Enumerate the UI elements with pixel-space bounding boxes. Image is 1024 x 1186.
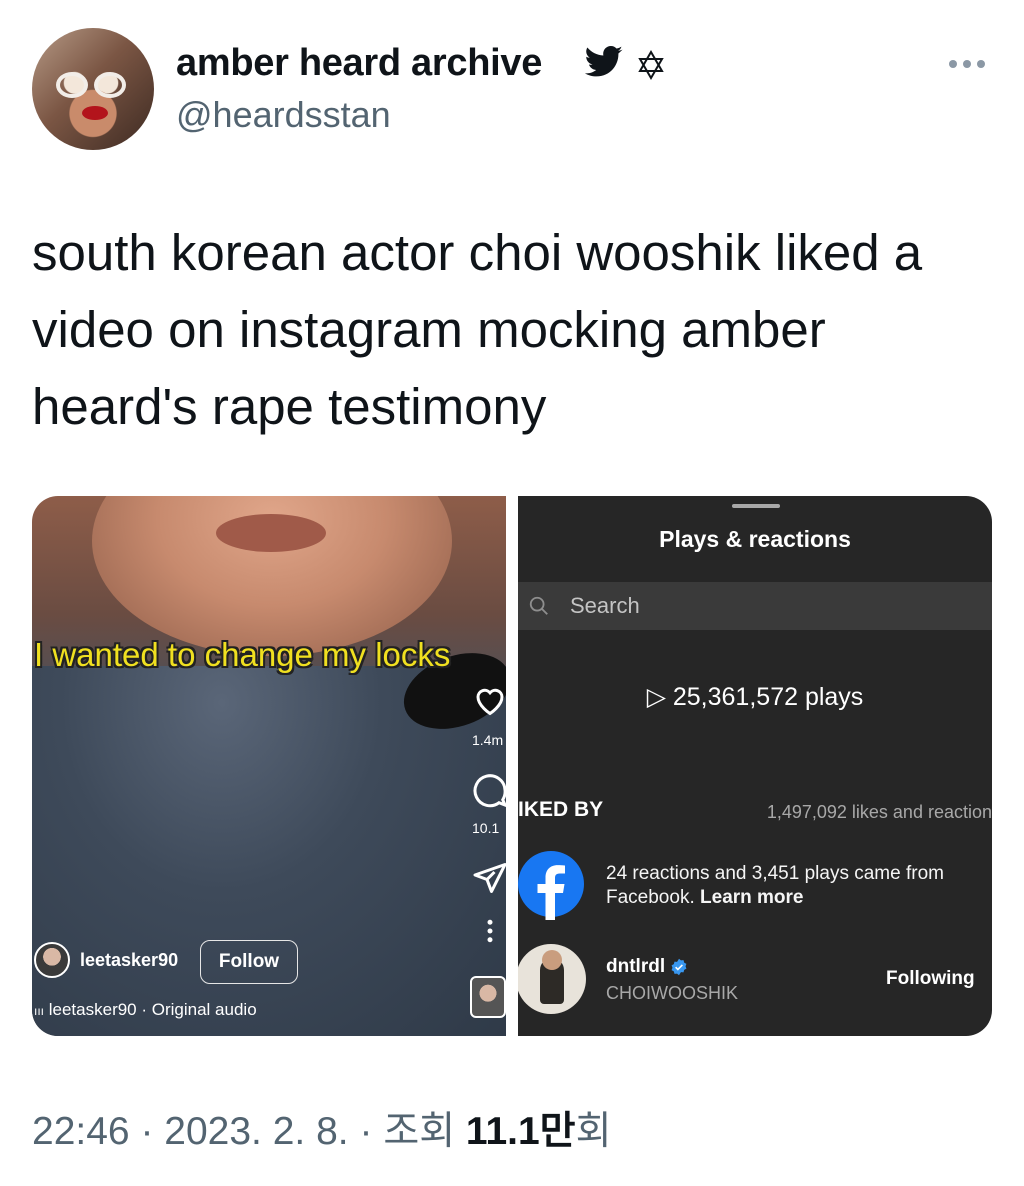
likes-reactions-count: 1,497,092 likes and reaction (766, 802, 992, 822)
reel-username[interactable]: leetasker90 (80, 950, 178, 971)
heart-icon[interactable] (472, 682, 506, 718)
facebook-note: 24 reactions and 3,451 plays came from F… (606, 862, 986, 910)
views-prefix: 조회 (383, 1110, 456, 1153)
original-audio-label[interactable]: ııı leetasker90 · Original audio (34, 1000, 257, 1020)
video-caption: I wanted to change my locks (34, 636, 451, 673)
liker-full-name: CHOIWOOSHIK (606, 983, 739, 1003)
video-mouth (216, 514, 326, 552)
liked-by-heading: IKED BY (518, 798, 604, 821)
search-input[interactable]: Search (518, 582, 992, 630)
views-count[interactable]: 11.1만 (466, 1110, 576, 1153)
learn-more-link[interactable]: Learn more (700, 887, 803, 908)
play-icon: ▷ (646, 683, 666, 711)
author-handle[interactable]: @heardsstan (176, 94, 391, 136)
share-icon[interactable] (472, 860, 506, 896)
tweet-metadata: 22:46 · 2023. 2. 8. · 조회 11.1만회 (32, 1100, 611, 1156)
avatar-head (542, 950, 562, 970)
audio-thumbnail[interactable] (470, 976, 506, 1018)
views-suffix: 회 (575, 1110, 612, 1153)
twitter-bird-icon (584, 46, 623, 77)
avatar-lips (82, 106, 108, 120)
plays-count-text: 25,361,572 plays (672, 683, 864, 711)
sheet-grab-handle[interactable] (732, 504, 780, 508)
avatar-glasses-right (94, 72, 126, 98)
follow-button[interactable]: Follow (200, 940, 298, 984)
plays-count: ▷ 25,361,572 plays (518, 682, 992, 712)
audio-bars-icon: ııı (34, 1004, 45, 1018)
avatar-glasses-left (56, 72, 88, 98)
like-count: 1.4m (472, 732, 504, 748)
facebook-icon (518, 851, 584, 920)
author-display-name[interactable]: amber heard archive (176, 42, 542, 85)
more-options-icon[interactable] (946, 56, 988, 72)
audio-label-text: leetasker90 · Original audio (48, 1000, 257, 1019)
comment-count: 10.1 (472, 820, 500, 836)
media-divider (506, 496, 518, 1036)
sheet-title: Plays & reactions (659, 526, 851, 552)
following-button[interactable]: Following (886, 968, 975, 990)
verified-badge-icon (671, 958, 687, 976)
meta-separator: · (359, 1110, 373, 1153)
author-avatar[interactable] (32, 28, 154, 150)
comment-icon[interactable] (472, 772, 506, 808)
tweet-date[interactable]: 2023. 2. 8. (164, 1110, 348, 1153)
tweet-time[interactable]: 22:46 (32, 1110, 130, 1153)
search-icon (529, 596, 548, 615)
meta-separator: · (140, 1110, 154, 1153)
liker-username[interactable]: dntlrdl (606, 956, 665, 978)
tweet-media[interactable]: I wanted to change my locks 1.4m 10.1 le… (32, 496, 992, 1036)
liker-avatar[interactable] (518, 944, 586, 1014)
star-of-david-icon (638, 50, 664, 80)
reel-video-frame[interactable]: I wanted to change my locks 1.4m 10.1 le… (32, 496, 506, 1036)
reel-user-bar: leetasker90 Follow ııı leetasker90 · Ori… (32, 940, 506, 1036)
reel-user-avatar[interactable] (34, 942, 70, 978)
tweet-text: south korean actor choi wooshik liked a … (32, 224, 923, 435)
plays-reactions-sheet: Plays & reactions Search ▷ 25,361,572 pl… (518, 496, 992, 1036)
search-placeholder: Search (570, 593, 640, 618)
